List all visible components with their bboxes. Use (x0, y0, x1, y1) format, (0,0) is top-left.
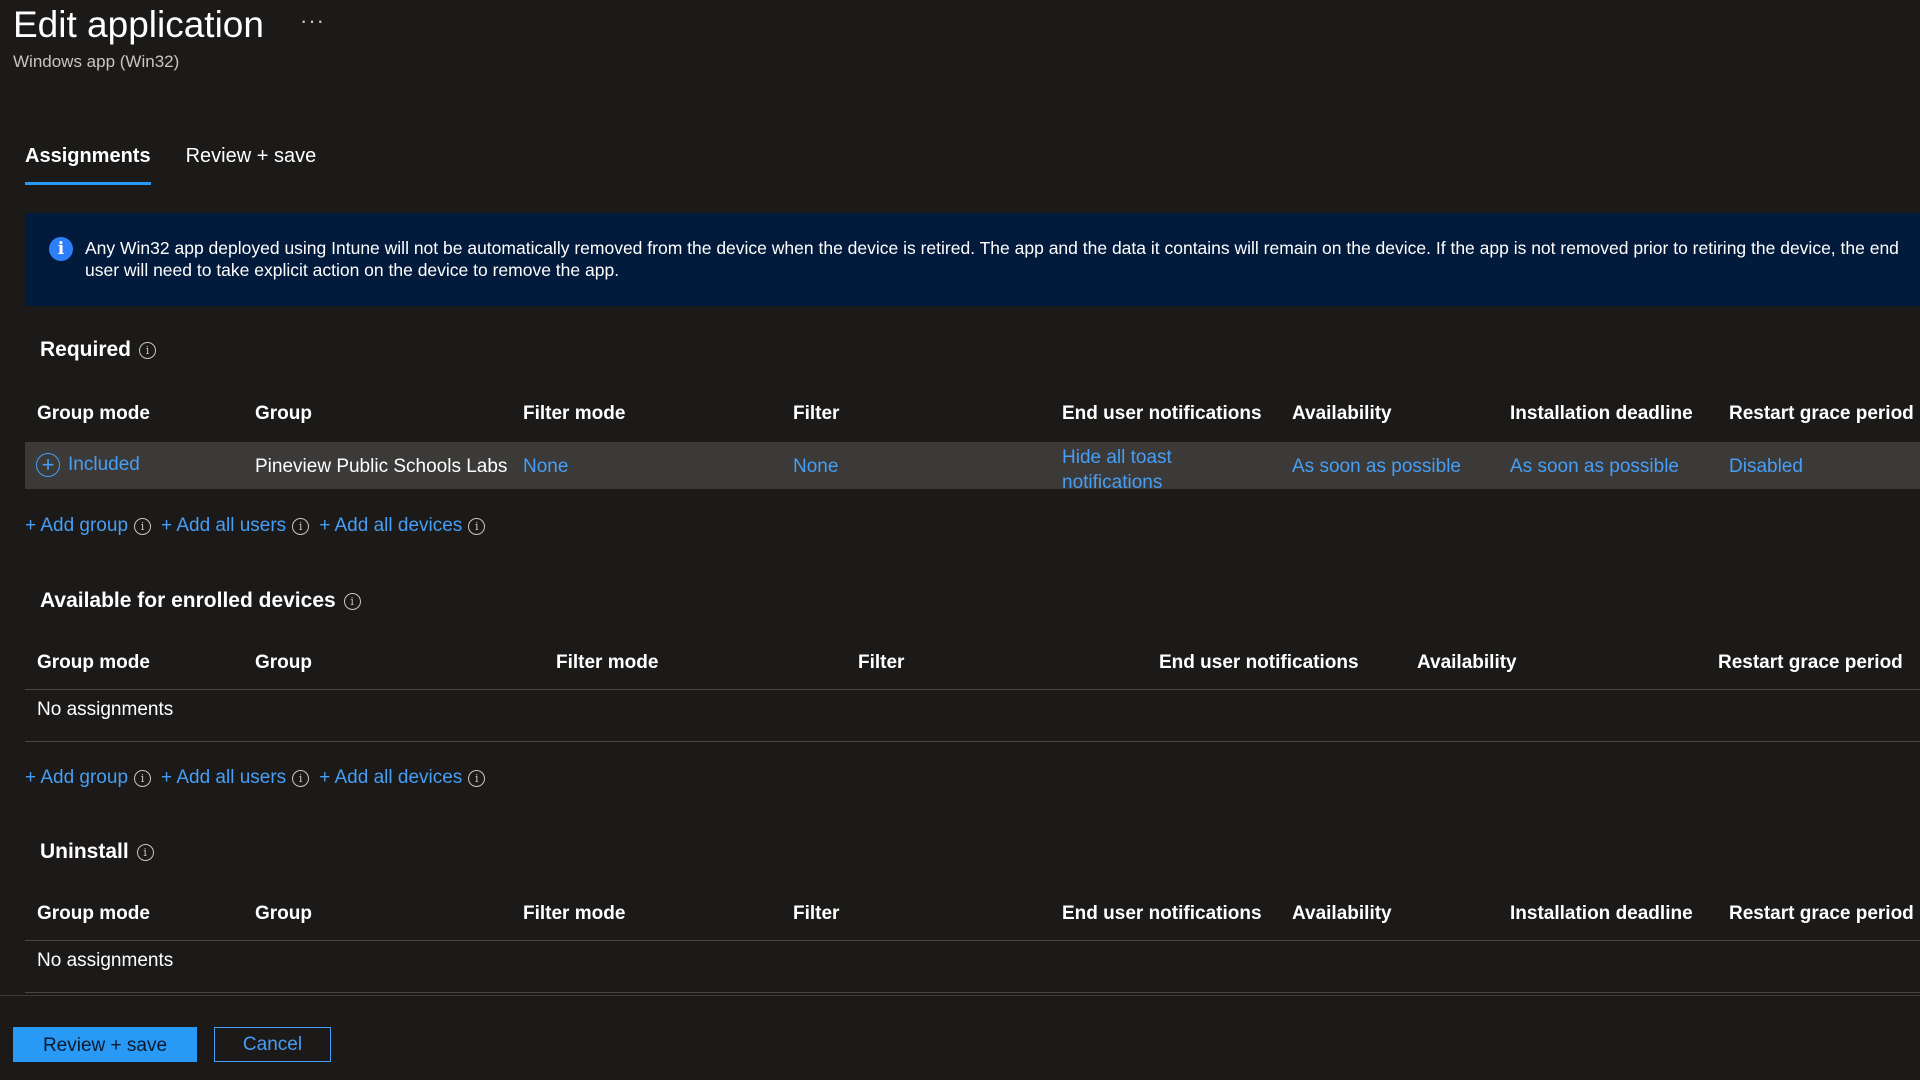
table-divider (25, 940, 1920, 941)
tab-review-save[interactable]: Review + save (186, 145, 317, 185)
group-mode-link[interactable]: Included (68, 454, 140, 476)
column-header-filter[interactable]: Filter (793, 403, 839, 425)
restart-grace-link[interactable]: Disabled (1729, 456, 1803, 478)
page-title: Edit application (13, 4, 264, 45)
tab-bar: Assignments Review + save (25, 145, 316, 185)
available-add-links: + Add group i + Add all users i + Add al… (25, 767, 495, 789)
column-header-filter[interactable]: Filter (858, 652, 904, 674)
section-title-text: Required (40, 338, 132, 361)
section-title-text: Available for enrolled devices (40, 589, 336, 612)
info-icon: i (49, 237, 73, 261)
notifications-link[interactable]: Hide all toast notifications (1062, 445, 1212, 495)
review-save-button[interactable]: Review + save (13, 1027, 197, 1062)
column-header-filter-mode[interactable]: Filter mode (556, 652, 658, 674)
banner-text: Any Win32 app deployed using Intune will… (85, 238, 1899, 280)
deadline-link[interactable]: As soon as possible (1510, 456, 1679, 478)
availability-link[interactable]: As soon as possible (1292, 456, 1461, 478)
column-header-availability[interactable]: Availability (1292, 403, 1392, 425)
table-divider (25, 741, 1920, 742)
column-header-group[interactable]: Group (255, 652, 312, 674)
info-icon[interactable]: i (292, 517, 310, 535)
add-circle-icon: + (36, 453, 60, 477)
table-divider (25, 689, 1920, 690)
table-divider (25, 992, 1920, 993)
tab-assignments[interactable]: Assignments (25, 145, 151, 185)
column-header-availability[interactable]: Availability (1417, 652, 1517, 674)
column-header-end-user-notifications[interactable]: End user notifications (1159, 652, 1359, 674)
column-header-group-mode[interactable]: Group mode (37, 903, 150, 925)
group-mode-cell[interactable]: + Included (36, 453, 140, 477)
column-header-availability[interactable]: Availability (1292, 903, 1392, 925)
column-header-restart-grace-period[interactable]: Restart grace period (1718, 652, 1903, 674)
cancel-button[interactable]: Cancel (214, 1027, 331, 1062)
add-group-link[interactable]: + Add group (25, 767, 128, 789)
required-add-links: + Add group i + Add all users i + Add al… (25, 515, 495, 537)
empty-state-text: No assignments (37, 699, 174, 720)
info-icon[interactable]: i (468, 769, 486, 787)
add-all-users-link[interactable]: + Add all users (161, 767, 286, 789)
column-header-group-mode[interactable]: Group mode (37, 652, 150, 674)
column-header-installation-deadline[interactable]: Installation deadline (1510, 403, 1693, 425)
info-icon[interactable]: i (136, 843, 154, 861)
info-icon[interactable]: i (343, 592, 361, 610)
page-subtitle: Windows app (Win32) (13, 52, 180, 71)
add-all-users-link[interactable]: + Add all users (161, 515, 286, 537)
info-icon[interactable]: i (139, 341, 157, 359)
more-options-icon[interactable]: ··· (300, 8, 325, 34)
info-banner: i Any Win32 app deployed using Intune wi… (25, 213, 1920, 306)
column-header-group[interactable]: Group (255, 403, 312, 425)
column-header-end-user-notifications[interactable]: End user notifications (1062, 903, 1262, 925)
section-title-text: Uninstall (40, 840, 129, 863)
empty-state-text: No assignments (37, 950, 174, 971)
add-all-devices-link[interactable]: + Add all devices (319, 515, 462, 537)
filter-mode-link[interactable]: None (523, 456, 568, 478)
column-header-group[interactable]: Group (255, 903, 312, 925)
section-title-available: Available for enrolled devices i (40, 589, 361, 613)
filter-link[interactable]: None (793, 456, 838, 478)
column-header-installation-deadline[interactable]: Installation deadline (1510, 903, 1693, 925)
column-header-filter-mode[interactable]: Filter mode (523, 903, 625, 925)
info-icon[interactable]: i (292, 769, 310, 787)
info-icon[interactable]: i (134, 769, 152, 787)
column-header-end-user-notifications[interactable]: End user notifications (1062, 403, 1262, 425)
info-icon[interactable]: i (134, 517, 152, 535)
section-title-uninstall: Uninstall i (40, 840, 154, 864)
footer-divider (0, 995, 1920, 996)
column-header-filter[interactable]: Filter (793, 903, 839, 925)
group-cell: Pineview Public Schools Labs (255, 456, 508, 477)
column-header-group-mode[interactable]: Group mode (37, 403, 150, 425)
add-group-link[interactable]: + Add group (25, 515, 128, 537)
info-icon[interactable]: i (468, 517, 486, 535)
column-header-restart-grace-period[interactable]: Restart grace period (1729, 403, 1914, 425)
section-title-required: Required i (40, 338, 157, 362)
column-header-restart-grace-period[interactable]: Restart grace period (1729, 903, 1914, 925)
column-header-filter-mode[interactable]: Filter mode (523, 403, 625, 425)
add-all-devices-link[interactable]: + Add all devices (319, 767, 462, 789)
